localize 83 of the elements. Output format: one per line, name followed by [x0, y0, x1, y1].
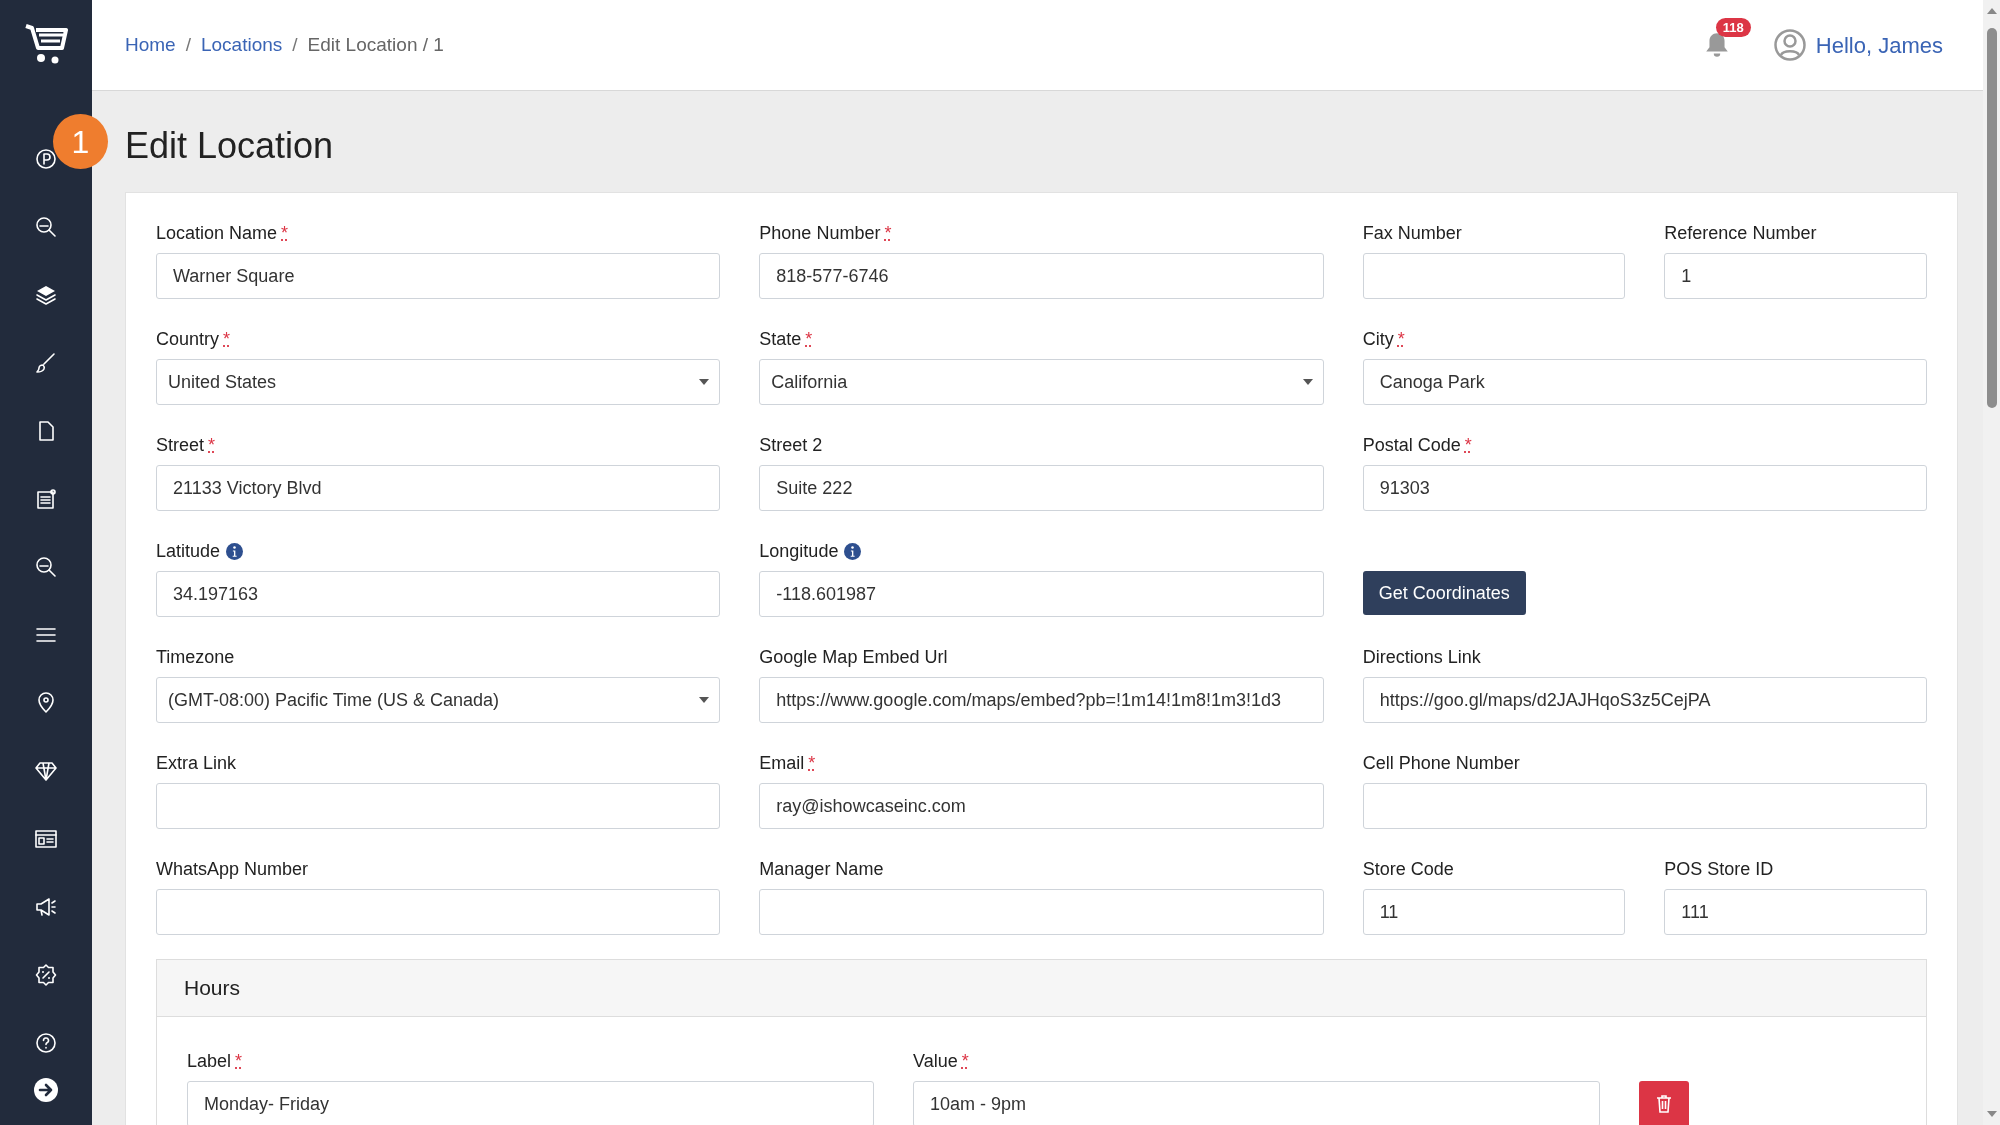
- dropdown-caret-icon: [699, 379, 710, 385]
- megaphone-icon[interactable]: [34, 895, 58, 919]
- delete-button[interactable]: [1639, 1081, 1689, 1125]
- field-label: Timezone: [156, 645, 235, 669]
- select-field[interactable]: California: [759, 359, 1324, 405]
- field-label: Cell Phone Number: [1362, 751, 1520, 775]
- field-label: Longitude: [759, 539, 839, 563]
- breadcrumb-link[interactable]: Home: [125, 30, 176, 60]
- field-label: Google Map Embed Url: [759, 645, 948, 669]
- arrow-right-circle-icon[interactable]: [33, 1077, 59, 1103]
- field-label: Extra Link: [156, 751, 237, 775]
- field-label: Street 2: [759, 433, 823, 457]
- input-field[interactable]: [1362, 253, 1626, 299]
- brush-icon[interactable]: [34, 351, 58, 375]
- input-field[interactable]: 91303: [1362, 465, 1927, 511]
- info-icon[interactable]: [226, 542, 244, 560]
- parking-icon[interactable]: [34, 147, 58, 171]
- page-title: Edit Location: [125, 123, 335, 168]
- notification-badge: 118: [1715, 18, 1751, 37]
- scrollbar-thumb[interactable]: [1986, 28, 1997, 408]
- field-label: Value *: [913, 1049, 969, 1073]
- magnifier-icon[interactable]: [34, 555, 58, 579]
- breadcrumb-current: Edit Location / 1: [307, 32, 444, 57]
- diamond-icon[interactable]: [34, 759, 58, 783]
- field-label: Phone Number *: [759, 221, 892, 245]
- step-badge: 1: [53, 114, 108, 169]
- input-field[interactable]: Monday- Friday: [187, 1081, 874, 1125]
- breadcrumb-link[interactable]: Locations: [200, 30, 283, 60]
- scroll-up-icon[interactable]: [1985, 6, 1998, 16]
- panel-title: Hours: [184, 975, 241, 1002]
- user-menu-link[interactable]: Hello, James: [1815, 28, 1943, 62]
- field-label: City *: [1362, 327, 1405, 351]
- input-field[interactable]: Canoga Park: [1362, 359, 1927, 405]
- field-label: Reference Number: [1664, 221, 1817, 245]
- magnifier-icon[interactable]: [34, 215, 58, 239]
- field-label: Street *: [156, 433, 216, 457]
- breadcrumb-separator: /: [292, 32, 298, 57]
- select-field[interactable]: United States: [156, 359, 721, 405]
- input-field[interactable]: 1: [1664, 253, 1927, 299]
- input-field[interactable]: ray@ishowcaseinc.com: [759, 783, 1324, 829]
- layers-icon[interactable]: [34, 283, 58, 307]
- field-label: Country *: [156, 327, 231, 351]
- input-field[interactable]: 21133 Victory Blvd: [156, 465, 721, 511]
- breadcrumb-separator: /: [185, 32, 191, 57]
- input-field[interactable]: 10am - 9pm: [913, 1081, 1600, 1125]
- field-label: State *: [759, 327, 813, 351]
- input-field[interactable]: Suite 222: [759, 465, 1324, 511]
- scrollbar[interactable]: [1983, 0, 2000, 1125]
- user-avatar-icon: [1773, 29, 1806, 61]
- dropdown-caret-icon: [699, 697, 710, 703]
- browser-window-icon[interactable]: [34, 827, 58, 851]
- scroll-down-icon[interactable]: [1985, 1109, 1998, 1119]
- field-label: POS Store ID: [1664, 857, 1774, 881]
- input-field[interactable]: [759, 889, 1324, 935]
- field-label: WhatsApp Number: [156, 857, 309, 881]
- percent-badge-icon[interactable]: [34, 963, 58, 987]
- field-label: Manager Name: [759, 857, 884, 881]
- dropdown-caret-icon: [1302, 379, 1313, 385]
- input-field[interactable]: -118.601987: [759, 571, 1324, 617]
- get-coordinates-button[interactable]: Get Coordinates: [1362, 571, 1526, 615]
- field-label: Fax Number: [1362, 221, 1462, 245]
- field-label: Label *: [187, 1049, 243, 1073]
- field-label: Location Name *: [156, 221, 289, 245]
- input-field[interactable]: [156, 889, 721, 935]
- info-icon[interactable]: [844, 542, 862, 560]
- select-field[interactable]: (GMT-08:00) Pacific Time (US & Canada): [156, 677, 721, 723]
- input-field[interactable]: 111: [1664, 889, 1927, 935]
- field-label: Directions Link: [1362, 645, 1481, 669]
- input-field[interactable]: 818-577-6746: [759, 253, 1324, 299]
- input-field[interactable]: [1362, 783, 1927, 829]
- field-label: Store Code: [1362, 857, 1454, 881]
- input-field[interactable]: 34.197163: [156, 571, 721, 617]
- field-label: Latitude: [156, 539, 221, 563]
- field-label: Email *: [759, 751, 816, 775]
- input-field[interactable]: 11: [1362, 889, 1626, 935]
- trash-icon: [1656, 1095, 1672, 1113]
- input-field[interactable]: https://www.google.com/maps/embed?pb=!1m14!1m8!1m3!1d3: [759, 677, 1324, 723]
- input-field[interactable]: [156, 783, 721, 829]
- help-icon[interactable]: [34, 1031, 58, 1055]
- input-field[interactable]: https://goo.gl/maps/d2JAJHqoS3z5CejPA: [1362, 677, 1927, 723]
- document-icon[interactable]: [34, 487, 58, 511]
- field-label: Postal Code *: [1362, 433, 1472, 457]
- input-field[interactable]: Warner Square: [156, 253, 721, 299]
